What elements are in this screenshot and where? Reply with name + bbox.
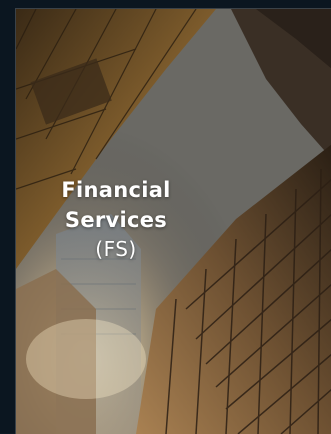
card-title-line2: Services <box>64 208 168 232</box>
card-caption: Financial Services (FS) <box>16 175 216 263</box>
page-background: Financial Services (FS) <box>0 0 331 434</box>
card-abbreviation: (FS) <box>95 237 137 261</box>
card-title-line1: Financial <box>61 178 171 202</box>
financial-services-card[interactable]: Financial Services (FS) <box>15 8 331 434</box>
